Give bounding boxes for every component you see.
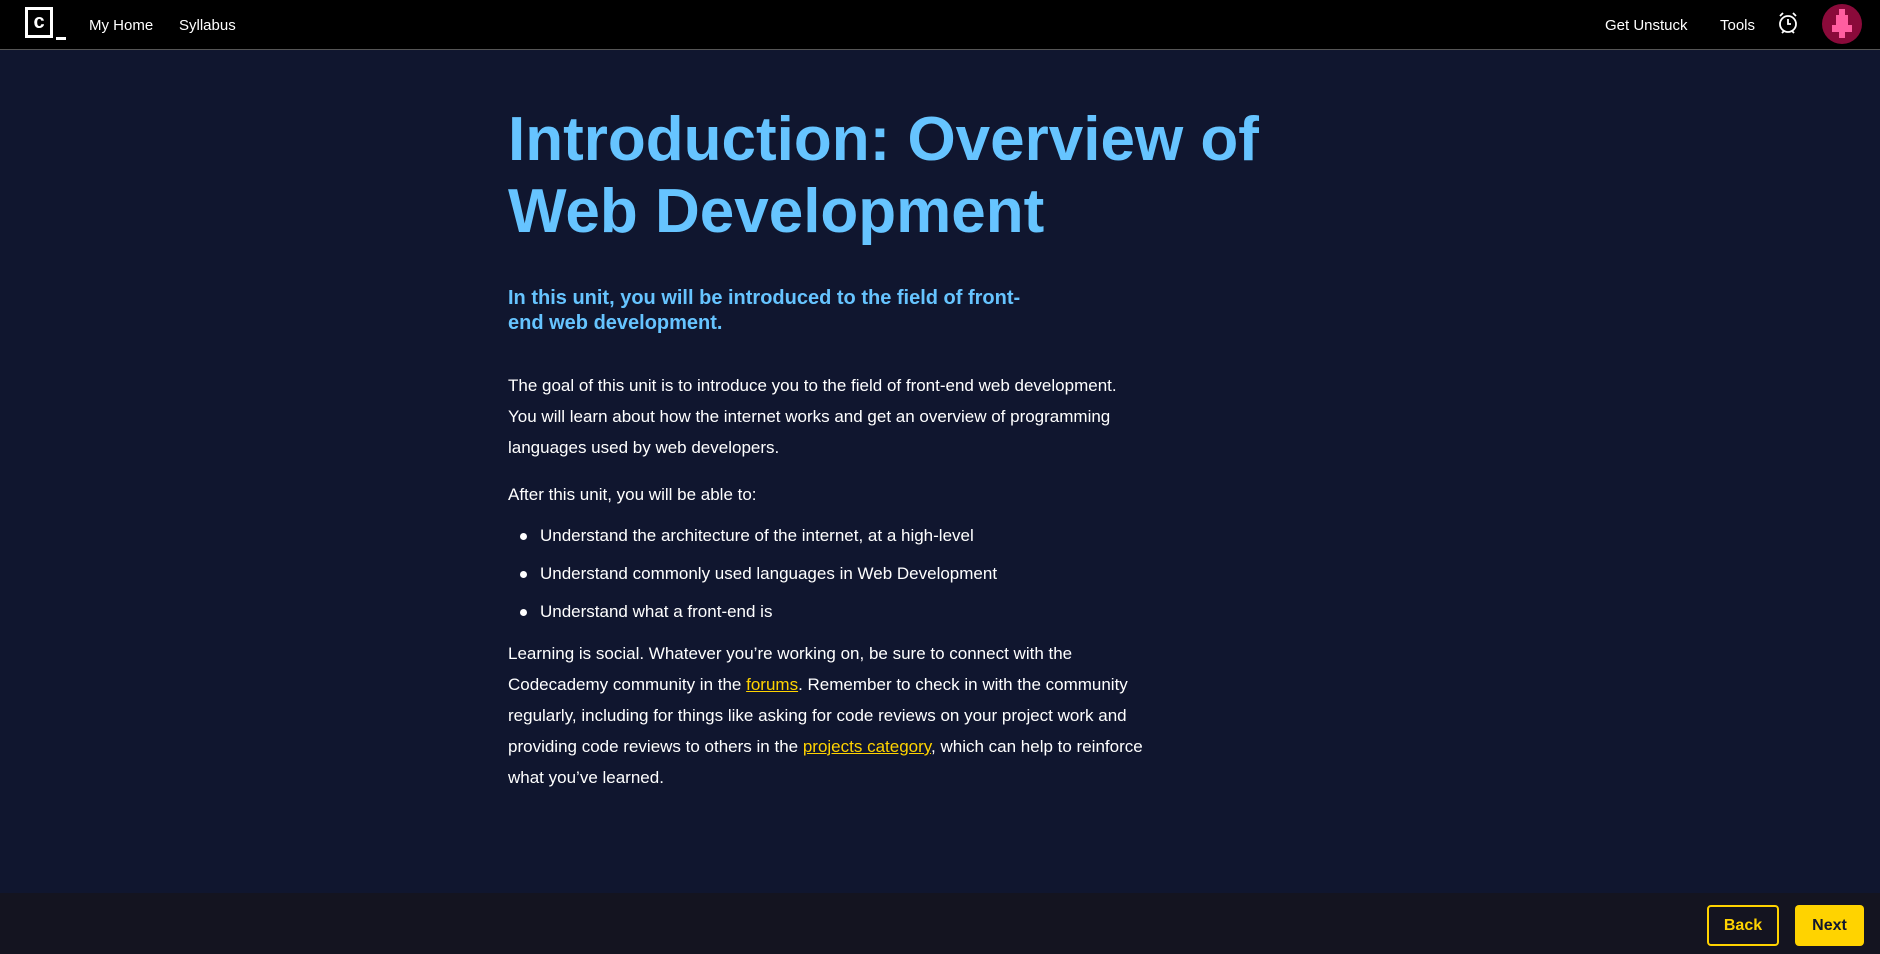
codecademy-logo[interactable]: c [25, 7, 66, 40]
forums-link[interactable]: forums [746, 675, 798, 694]
goal-paragraph: The goal of this unit is to introduce yo… [508, 376, 1117, 457]
top-nav: c My Home Syllabus Get Unstuck Tools [0, 0, 1880, 50]
avatar[interactable] [1822, 4, 1862, 44]
nav-get-unstuck[interactable]: Get Unstuck [1605, 17, 1688, 34]
next-button[interactable]: Next [1795, 905, 1864, 946]
lesson-content: Introduction: Overview of Web Developmen… [508, 104, 1259, 793]
list-item: Understand what a front-end is [508, 600, 1148, 624]
nav-syllabus[interactable]: Syllabus [179, 17, 236, 34]
nav-my-home[interactable]: My Home [89, 17, 153, 34]
list-item: Understand the architecture of the inter… [508, 524, 1148, 548]
nav-tools[interactable]: Tools [1720, 17, 1755, 34]
list-item: Understand commonly used languages in We… [508, 562, 1148, 586]
after-paragraph: After this unit, you will be able to: [508, 485, 757, 504]
objectives-list: Understand the architecture of the inter… [508, 524, 1148, 624]
footer-bar: Back Next [0, 893, 1880, 954]
social-paragraph: Learning is social. Whatever you’re work… [508, 638, 1148, 793]
page-subtitle: In this unit, you will be introduced to … [508, 287, 1021, 334]
logo-box: c [25, 7, 53, 38]
alarm-clock-icon[interactable] [1777, 11, 1799, 35]
logo-cursor [56, 37, 66, 40]
back-button[interactable]: Back [1707, 905, 1779, 946]
page-title: Introduction: Overview of Web Developmen… [508, 105, 1259, 246]
projects-category-link[interactable]: projects category [803, 737, 931, 756]
